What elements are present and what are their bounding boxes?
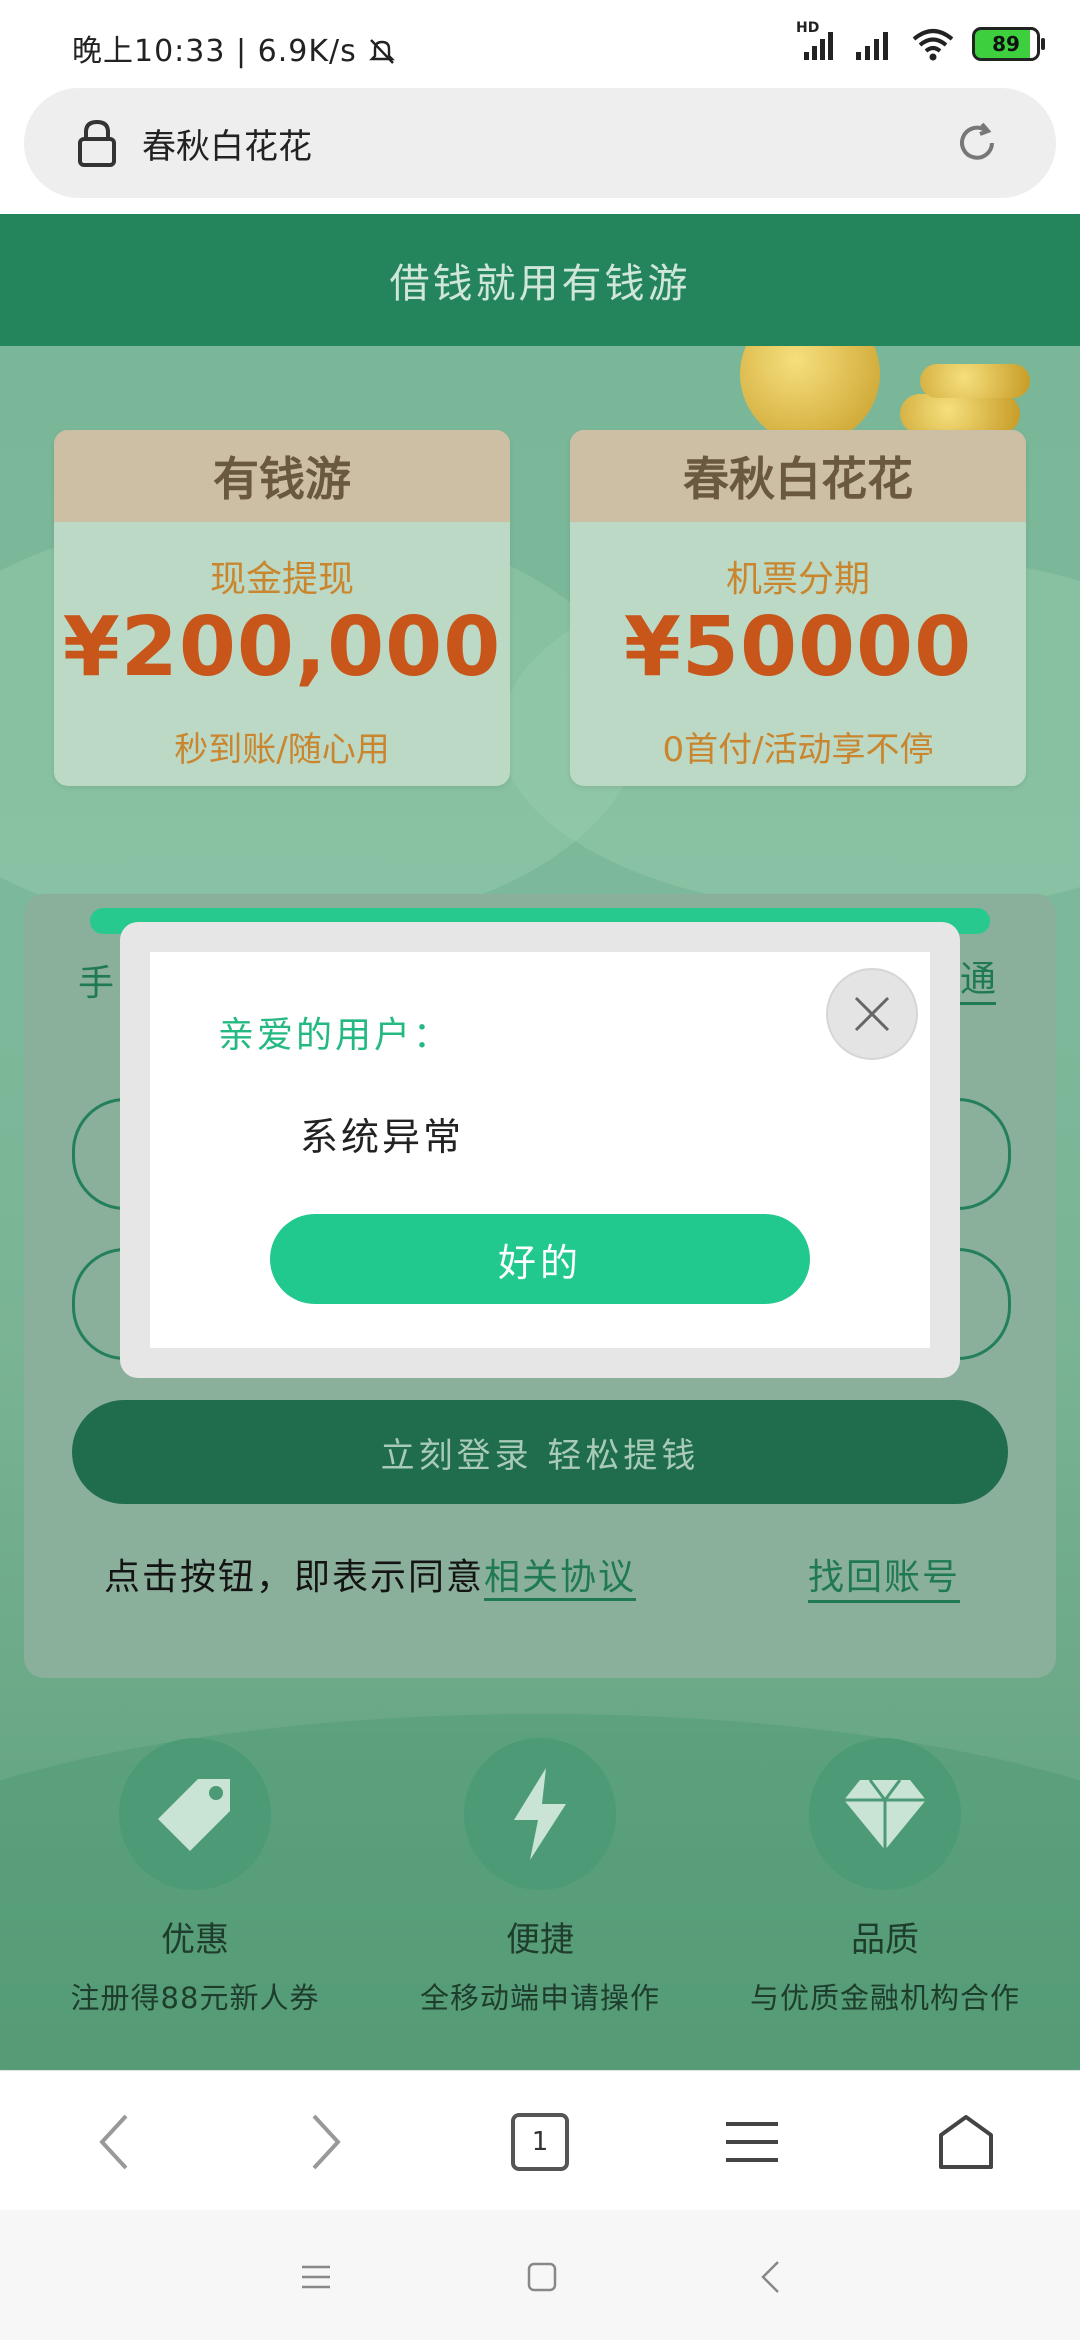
feature-quality: 品质 与优质金融机构合作 <box>715 1738 1055 2017</box>
menu-icon <box>726 2122 778 2162</box>
page-header-title: 借钱就用有钱游 <box>389 261 691 307</box>
signal-icon <box>856 32 888 60</box>
status-time: 晚上10:33 | 6.9K/s <box>72 26 397 70</box>
agreement-link[interactable]: 相关协议 <box>484 1557 637 1601</box>
agreement-prefix: 点击按钮，即表示同意 <box>104 1557 485 1598</box>
recover-account-link[interactable]: 找回账号 <box>808 1548 961 1603</box>
battery-icon: 89 <box>972 27 1045 61</box>
signal-hd-icon: HD <box>796 20 836 62</box>
forward-button[interactable] <box>286 2107 366 2177</box>
agreement-line: 点击按钮，即表示同意相关协议 <box>104 1548 637 1601</box>
feature-desc: 全移动端申请操作 <box>419 1981 660 2015</box>
login-tab-label-partial[interactable]: 手 <box>78 954 114 1006</box>
square-icon <box>527 2262 557 2292</box>
login-switch-link-partial[interactable]: 通 <box>960 950 997 1005</box>
wifi-icon <box>912 29 954 61</box>
lightning-icon <box>464 1738 616 1890</box>
promo-card-ticket[interactable]: 春秋白花花 机票分期 ¥50000 0首付/活动享不停 <box>570 430 1026 786</box>
mute-bell-icon <box>369 39 396 64</box>
chevron-left-icon <box>99 2114 128 2170</box>
recents-icon <box>302 2265 330 2289</box>
feature-title: 品质 <box>851 1920 919 1960</box>
feature-convenient: 便捷 全移动端申请操作 <box>370 1738 710 2017</box>
tabs-button[interactable]: 1 <box>500 2107 580 2177</box>
page-header: 借钱就用有钱游 <box>0 214 1080 346</box>
feature-desc: 与优质金融机构合作 <box>749 1981 1020 2015</box>
address-title[interactable]: 春秋白花花 <box>142 119 312 168</box>
feature-title: 优惠 <box>161 1920 229 1960</box>
tabs-icon: 1 <box>511 2113 569 2171</box>
status-bar: 晚上10:33 | 6.9K/s HD 89 <box>0 0 1080 90</box>
feature-title: 便捷 <box>506 1920 574 1960</box>
battery-level: 89 <box>992 32 1020 56</box>
promo-card-subtitle: 机票分期 <box>725 559 870 600</box>
back-nav-button[interactable] <box>740 2252 800 2302</box>
lock-icon <box>78 119 116 167</box>
promo-card-tab: 春秋白花花 <box>570 430 1026 522</box>
promo-card-note: 秒到账/随心用 <box>174 730 390 770</box>
close-button[interactable] <box>826 968 918 1060</box>
diamond-icon <box>809 1738 961 1890</box>
chevron-right-icon <box>312 2114 341 2170</box>
divider: | <box>236 34 258 69</box>
promo-card-note: 0首付/活动享不停 <box>662 730 934 770</box>
tab-count: 1 <box>531 2127 549 2157</box>
home-nav-button[interactable] <box>512 2252 572 2302</box>
system-navigation-bar <box>0 2210 1080 2340</box>
promo-card-amount: ¥200,000 <box>62 600 502 695</box>
dialog-message: 系统异常 <box>300 1115 465 1159</box>
clock-text: 晚上10:33 <box>72 34 226 69</box>
address-bar[interactable]: 春秋白花花 <box>24 88 1056 198</box>
coin-illustration <box>900 394 1020 434</box>
tag-icon <box>119 1738 271 1890</box>
network-speed: 6.9K/s <box>257 34 357 69</box>
close-icon <box>854 996 890 1032</box>
promo-card-subtitle: 现金提现 <box>209 559 354 600</box>
browser-toolbar: 1 <box>0 2070 1080 2211</box>
promo-card-amount: ¥50000 <box>623 600 973 695</box>
promo-card-cash[interactable]: 有钱游 现金提现 ¥200,000 秒到账/随心用 <box>54 430 510 786</box>
menu-button[interactable] <box>712 2107 792 2177</box>
reload-icon[interactable] <box>954 120 1000 166</box>
hd-label: HD <box>796 20 820 36</box>
feature-desc: 注册得88元新人券 <box>70 1981 320 2015</box>
ok-button[interactable]: 好的 <box>270 1214 810 1304</box>
back-button[interactable] <box>74 2107 154 2177</box>
feature-discount: 优惠 注册得88元新人券 <box>25 1738 365 2017</box>
home-icon <box>939 2115 993 2169</box>
login-button[interactable]: 立刻登录 轻松提钱 <box>72 1400 1008 1504</box>
coin-illustration <box>920 364 1030 398</box>
promo-card-tab: 有钱游 <box>54 430 510 522</box>
recents-button[interactable] <box>286 2252 346 2302</box>
back-triangle-icon <box>761 2261 779 2293</box>
dialog-greeting: 亲爱的用户： <box>218 1015 453 1056</box>
home-button[interactable] <box>926 2107 1006 2177</box>
status-icons: HD 89 <box>796 20 1045 62</box>
